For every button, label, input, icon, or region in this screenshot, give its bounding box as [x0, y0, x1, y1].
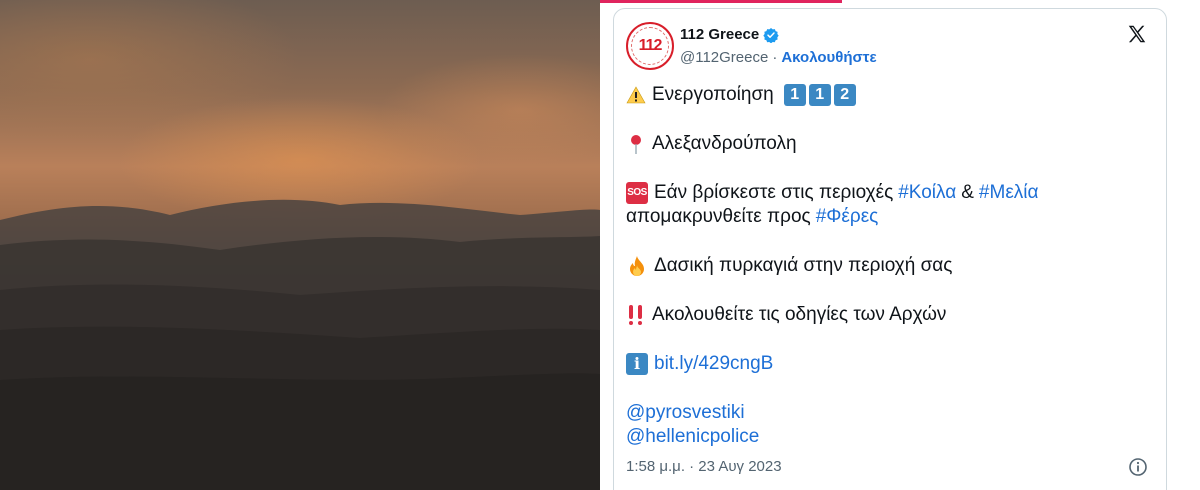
verified-badge-icon [763, 27, 779, 43]
tweet-card[interactable]: 112 112 Greece @112Greece · Ακολουθήστε … [613, 8, 1167, 490]
keycap-digit-1: 1 [783, 84, 806, 106]
sos-icon: SOS [626, 182, 648, 204]
author-handle-row: @112Greece · Ακολουθήστε [680, 49, 877, 66]
handle-separator: · [772, 49, 778, 66]
mention-hellenicpolice[interactable]: @hellenicpolice [626, 425, 759, 449]
line-areas: SOS Εάν βρίσκεστε στις περιοχές #Κοίλα &… [626, 181, 1156, 205]
keycap-digit-2: 2 [833, 84, 856, 106]
keycap-digit-1b: 1 [808, 84, 831, 106]
wildfire-photo [0, 0, 600, 490]
activation-text: Ενεργοποίηση [652, 84, 774, 105]
line-evacuate: απομακρυνθείτε προς #Φέρες [626, 205, 1156, 229]
hashtag-melia[interactable]: #Μελία [979, 181, 1039, 205]
fire-text: Δασική πυρκαγιά στην περιοχή σας [654, 255, 953, 276]
line-mention-1: @pyrosvestiki [626, 401, 1156, 425]
author-name-row: 112 Greece [680, 26, 779, 43]
line-location: Αλεξανδρούπολη [626, 132, 1156, 156]
double-exclamation-icon [626, 304, 646, 326]
info-circle-icon[interactable] [1128, 457, 1148, 477]
information-icon: i [626, 353, 648, 375]
line-activation: Ενεργοποίηση 1 1 2 [626, 83, 1156, 107]
tweet-text: Ενεργοποίηση 1 1 2 Αλεξανδρούπολη SOS Εά… [626, 83, 1156, 449]
avatar[interactable]: 112 [626, 22, 674, 70]
progress-bar [600, 0, 842, 3]
line-mention-2: @hellenicpolice [626, 425, 1156, 449]
x-logo-icon[interactable] [1126, 23, 1148, 45]
line-fire: Δασική πυρκαγιά στην περιοχή σας [626, 254, 1156, 278]
author-display-name[interactable]: 112 Greece [680, 26, 759, 43]
pin-icon [626, 133, 646, 155]
line-link: i bit.ly/429cngB [626, 352, 1156, 376]
photo-landscape-svg [0, 199, 600, 490]
mention-pyrosvestiki[interactable]: @pyrosvestiki [626, 401, 745, 425]
areas-text: Εάν βρίσκεστε στις περιοχές [654, 182, 894, 203]
warning-icon [626, 85, 646, 105]
author-handle[interactable]: @112Greece [680, 49, 768, 66]
ampersand: & [961, 182, 974, 203]
fire-icon [626, 255, 648, 277]
line-instructions: Ακολουθείτε τις οδηγίες των Αρχών [626, 303, 1156, 327]
hashtag-koila[interactable]: #Κοίλα [898, 181, 956, 205]
follow-link[interactable]: Ακολουθήστε [781, 49, 876, 66]
instructions-text: Ακολουθείτε τις οδηγίες των Αρχών [652, 304, 947, 325]
evacuate-text: απομακρυνθείτε προς [626, 206, 811, 227]
hashtag-feres[interactable]: #Φέρες [816, 205, 879, 229]
location-text: Αλεξανδρούπολη [652, 133, 797, 154]
tweet-timestamp[interactable]: 1:58 μ.μ. · 23 Αυγ 2023 [626, 458, 782, 475]
avatar-logo-text: 112 [631, 27, 669, 65]
short-link[interactable]: bit.ly/429cngB [654, 352, 773, 376]
